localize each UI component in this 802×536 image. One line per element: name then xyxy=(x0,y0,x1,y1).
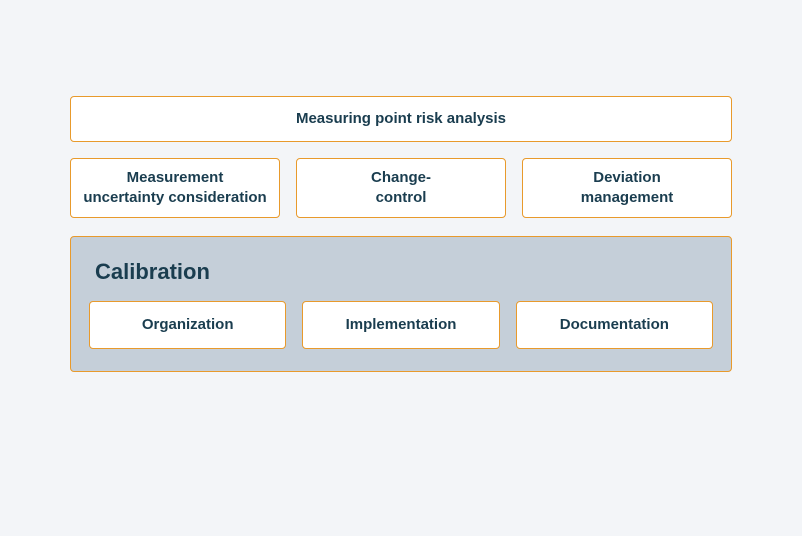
risk-analysis-box: Measuring point risk analysis xyxy=(70,96,732,142)
measurement-uncertainty-box: Measurement uncertainty consideration xyxy=(70,158,280,218)
risk-analysis-label: Measuring point risk analysis xyxy=(296,109,506,129)
implementation-box: Implementation xyxy=(302,301,499,349)
change-control-box: Change- control xyxy=(296,158,506,218)
calibration-title: Calibration xyxy=(95,259,713,285)
box-label: Implementation xyxy=(346,315,457,335)
box-label: Deviation management xyxy=(581,168,674,209)
deviation-management-box: Deviation management xyxy=(522,158,732,218)
calibration-row: Organization Implementation Documentatio… xyxy=(89,301,713,349)
mid-row: Measurement uncertainty consideration Ch… xyxy=(70,158,732,218)
organization-box: Organization xyxy=(89,301,286,349)
box-label: Organization xyxy=(142,315,234,335)
box-label: Measurement uncertainty consideration xyxy=(83,168,266,209)
documentation-box: Documentation xyxy=(516,301,713,349)
calibration-panel: Calibration Organization Implementation … xyxy=(70,236,732,372)
diagram-container: Measuring point risk analysis Measuremen… xyxy=(70,96,732,372)
box-label: Change- control xyxy=(371,168,431,209)
box-label: Documentation xyxy=(560,315,669,335)
